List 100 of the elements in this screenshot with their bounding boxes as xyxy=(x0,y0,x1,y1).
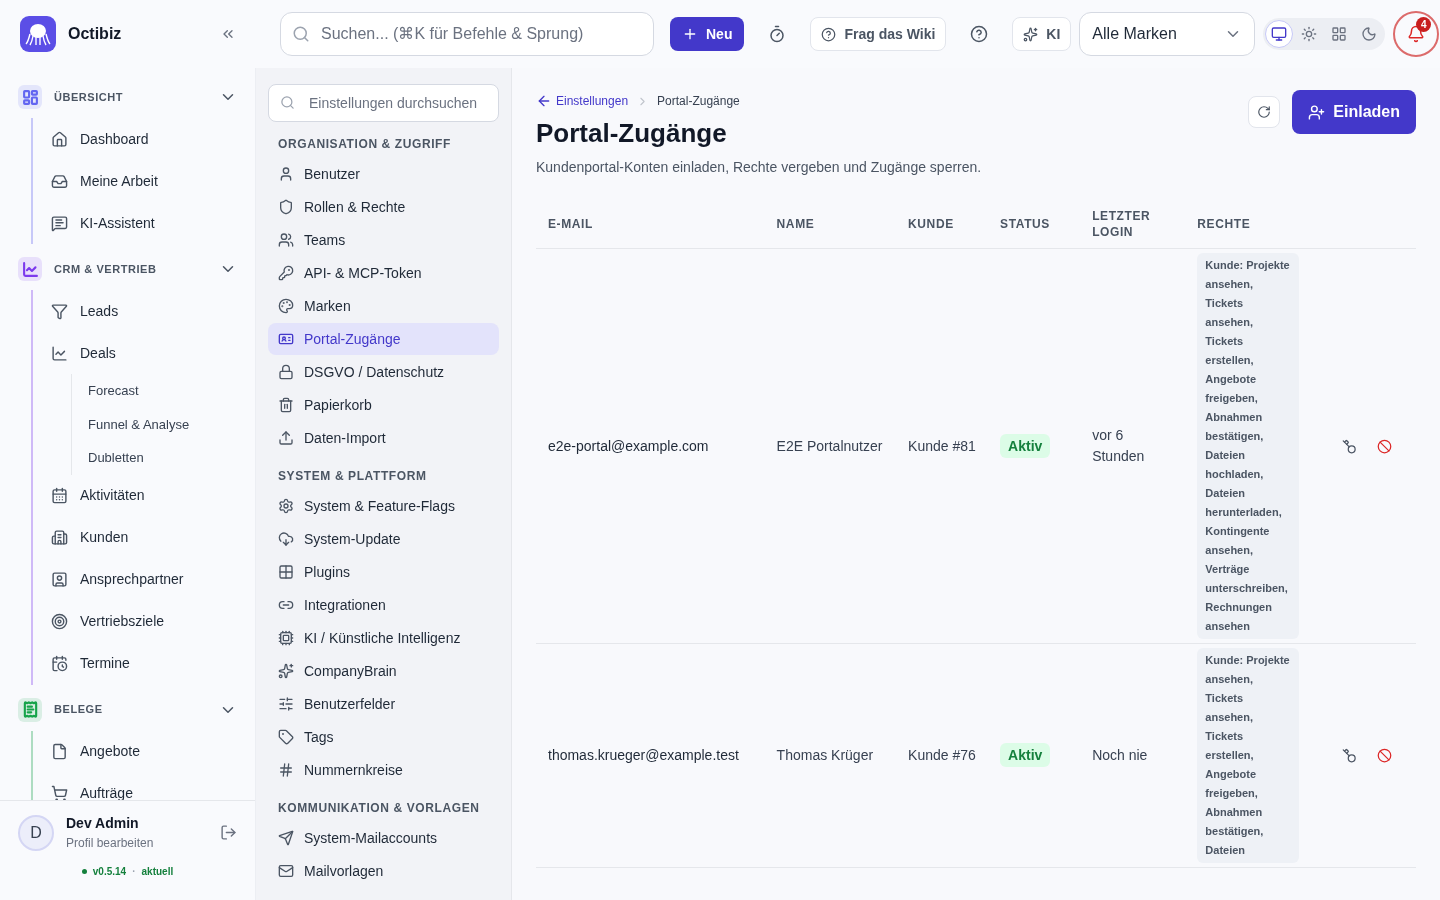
nav-icon xyxy=(51,172,68,190)
theme-option[interactable] xyxy=(1265,20,1294,48)
email-cell: e2e-portal@example.com xyxy=(548,437,709,454)
settings-nav-item[interactable]: API- & MCP-Token xyxy=(268,257,499,289)
plus-icon xyxy=(682,26,698,42)
settings-nav-item[interactable]: Daten-Import xyxy=(268,422,499,454)
settings-icon xyxy=(278,364,294,380)
nav-item[interactable]: Kunden xyxy=(33,516,255,559)
key-icon[interactable] xyxy=(1342,748,1357,763)
nav-item[interactable]: Deals xyxy=(33,332,255,374)
status-badge: Aktiv xyxy=(1000,743,1051,767)
section-title[interactable]: BELEGE xyxy=(54,701,103,718)
search-icon xyxy=(292,25,310,43)
search-icon xyxy=(280,95,295,110)
profile-link[interactable]: Profil bearbeiten xyxy=(66,834,154,852)
column-header: RECHTE xyxy=(1197,216,1252,232)
nav-item[interactable]: Termine xyxy=(33,642,255,685)
notifications-button[interactable]: 4 xyxy=(1393,11,1440,57)
logout-icon[interactable] xyxy=(220,824,237,841)
brand-name: Octibiz xyxy=(68,24,122,44)
nav-item[interactable]: Angebote xyxy=(33,730,255,773)
page-title: Portal-Zugänge xyxy=(536,117,728,150)
nav-icon xyxy=(51,571,68,588)
key-icon[interactable] xyxy=(1342,438,1357,454)
settings-icon xyxy=(278,166,294,182)
settings-nav-item[interactable]: Nummernkreise xyxy=(268,754,499,786)
column-header: STATUS xyxy=(1000,216,1051,232)
settings-nav-item[interactable]: System & Feature-Flags xyxy=(268,490,499,522)
rights-list: Kunde: Projekte ansehen, Tickets ansehen, Tickets erstellen, Angebote freigeben, Abnahmen bestätigen, Dateien hochladen, Dateien herunterladen, Kontingente ansehen, Verträge unterschreiben, Rechnungen ansehen xyxy=(1197,253,1300,639)
brand-select[interactable]: Alle Marken xyxy=(1079,12,1256,56)
column-header: LETZTER LOGIN xyxy=(1092,208,1152,240)
nav-icon xyxy=(51,529,68,546)
settings-nav-item[interactable]: Benutzerfelder xyxy=(268,688,499,720)
settings-nav-item[interactable]: CompanyBrain xyxy=(268,655,499,687)
customer-cell: Kunde #81 xyxy=(908,437,976,454)
user-avatar: D xyxy=(18,814,54,851)
nav-subitem[interactable]: Dubletten xyxy=(72,441,255,475)
status-badge: Aktiv xyxy=(1000,433,1051,458)
settings-icon xyxy=(278,663,294,679)
email-cell: thomas.krueger@example.test xyxy=(548,747,739,763)
column-header: E-MAIL xyxy=(548,216,594,232)
help-icon[interactable] xyxy=(970,25,989,43)
invite-button[interactable]: Einladen xyxy=(1292,90,1416,134)
settings-icon xyxy=(278,830,294,846)
stopwatch-icon[interactable] xyxy=(768,25,787,43)
settings-icon xyxy=(278,199,294,215)
new-button[interactable]: Neu xyxy=(670,17,745,51)
nav-item[interactable]: Aufträge xyxy=(33,772,255,800)
settings-icon xyxy=(278,397,294,413)
wiki-button[interactable]: Frag das Wiki xyxy=(810,17,947,51)
sun-icon xyxy=(1301,26,1318,42)
nav-icon xyxy=(51,302,68,320)
back-link[interactable]: Einstellungen xyxy=(536,92,629,110)
settings-nav-item[interactable]: Plugins xyxy=(268,556,499,588)
help-icon xyxy=(821,26,837,42)
nav-icon xyxy=(51,130,68,148)
rights-list: Kunde: Projekte ansehen, Tickets ansehen, Tickets erstellen, Angebote freigeben, Abnahmen bestätigen, Dateien xyxy=(1197,648,1300,863)
nav-item[interactable]: Ansprechpartner xyxy=(33,558,255,601)
settings-nav-item[interactable]: System-Update xyxy=(268,523,499,555)
user-plus-icon xyxy=(1308,103,1326,121)
section-title[interactable]: ÜBERSICHT xyxy=(54,88,124,106)
settings-nav-item[interactable]: Teams xyxy=(268,224,499,256)
nav-item[interactable]: Vertriebsziele xyxy=(33,600,255,643)
section-title[interactable]: CRM & VERTRIEB xyxy=(54,260,157,278)
settings-nav-item[interactable]: Papierkorb xyxy=(268,389,499,421)
ai-button[interactable]: KI xyxy=(1012,17,1072,51)
nav-item[interactable]: Aktivitäten xyxy=(33,474,255,517)
name-cell: Thomas Krüger xyxy=(776,747,874,763)
refresh-button[interactable] xyxy=(1248,96,1281,128)
notification-count: 4 xyxy=(1416,17,1432,32)
nav-icon xyxy=(51,743,68,760)
settings-group-title: ORGANISATION & ZUGRIFF xyxy=(277,136,452,153)
nav-icon xyxy=(51,655,68,672)
settings-nav-item[interactable]: Mailvorlagen xyxy=(268,855,499,887)
settings-nav-item[interactable]: System-Mailaccounts xyxy=(268,822,499,854)
settings-nav-item[interactable]: KI / Künstliche Intelligenz xyxy=(268,622,499,654)
nav-item[interactable]: Meine Arbeit xyxy=(33,160,255,202)
search-field[interactable]: Suchen... (⌘K für Befehle & Sprung) xyxy=(280,12,654,56)
version-status: aktuell xyxy=(141,865,174,879)
settings-nav-item[interactable]: Marken xyxy=(268,290,499,322)
settings-group-title: KOMMUNIKATION & VORLAGEN xyxy=(277,800,481,817)
settings-icon xyxy=(278,265,294,281)
settings-nav-item[interactable]: Integrationen xyxy=(268,589,499,621)
nav-item[interactable]: KI-Assistent xyxy=(33,202,255,244)
settings-nav-item[interactable]: DSGVO / Datenschutz xyxy=(268,356,499,388)
settings-icon xyxy=(278,696,294,712)
settings-nav-item[interactable]: Rollen & Rechte xyxy=(268,191,499,223)
settings-nav-item[interactable]: Tags xyxy=(268,721,499,753)
column-header: KUNDE xyxy=(908,216,955,232)
block-icon[interactable] xyxy=(1377,438,1392,454)
nav-subitem[interactable]: Funnel & Analyse xyxy=(72,407,255,441)
nav-icon xyxy=(51,613,68,630)
block-icon[interactable] xyxy=(1377,748,1392,763)
settings-search-field[interactable]: Einstellungen durchsuchen xyxy=(268,84,499,122)
sparkle-icon xyxy=(1023,26,1039,42)
settings-nav-item[interactable]: Benutzer xyxy=(268,158,499,190)
nav-subitem[interactable]: Forecast xyxy=(72,374,255,408)
nav-item[interactable]: Dashboard xyxy=(33,118,255,160)
nav-item[interactable]: Leads xyxy=(33,290,255,332)
settings-nav-item[interactable]: Portal-Zugänge xyxy=(268,323,499,355)
